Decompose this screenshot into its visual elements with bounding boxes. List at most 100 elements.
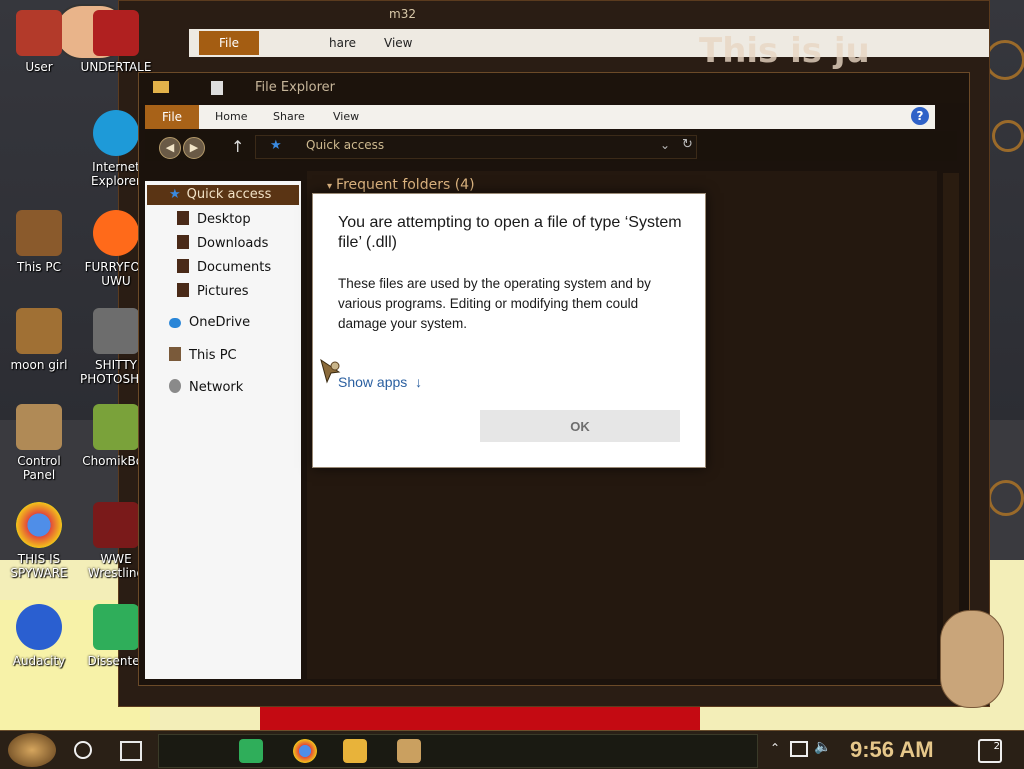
- chomikbox-icon: [93, 404, 139, 450]
- desktop-icon-label: WWE Wrestling: [87, 552, 145, 580]
- frequent-folders-header[interactable]: ▾ Frequent folders (4): [327, 177, 475, 193]
- undertale-icon: [93, 10, 139, 56]
- help-icon[interactable]: ?: [911, 107, 929, 125]
- nav-item-downloads[interactable]: Downloads: [177, 235, 268, 251]
- show-apps-link[interactable]: Show apps ↓: [338, 374, 422, 390]
- nav-item-pictures[interactable]: Pictures: [177, 283, 248, 299]
- desktop-icon-label: This PC: [17, 260, 61, 274]
- background-share-tab[interactable]: hare: [329, 31, 356, 55]
- file-tab[interactable]: File: [145, 105, 199, 129]
- computer-icon: [169, 347, 181, 361]
- wallpaper-watermark: This is ju: [699, 31, 870, 71]
- downloads-folder-icon: [177, 235, 189, 249]
- show-apps-label: Show apps: [338, 374, 408, 390]
- desktop-icon-label: Control Panel: [17, 454, 61, 482]
- network-icon: [169, 379, 181, 393]
- gear-decoration-icon: [988, 480, 1024, 516]
- desktop-icon-audacity[interactable]: Audacity: [3, 604, 75, 668]
- nav-item-label: Quick access: [186, 187, 272, 202]
- share-tab[interactable]: Share: [273, 105, 305, 129]
- desktop-icon-moon-girl[interactable]: moon girl: [3, 308, 75, 372]
- taskbar: ⌃ 🔈 9:56 AM 2: [0, 730, 1024, 769]
- up-arrow-icon[interactable]: ↑: [231, 137, 244, 156]
- search-circle-icon[interactable]: [74, 741, 92, 759]
- nav-item-desktop[interactable]: Desktop: [177, 211, 251, 227]
- chomikbox-icon[interactable]: [397, 739, 421, 763]
- desktop-icon-this-pc[interactable]: This PC: [3, 210, 75, 274]
- computer-icon: [16, 210, 62, 256]
- arrow-down-icon: ↓: [415, 374, 423, 390]
- dialog-message: These files are used by the operating sy…: [338, 276, 651, 331]
- desktop-icon-chrome[interactable]: THIS IS SPYWARE: [3, 502, 75, 580]
- background-file-tab[interactable]: File: [199, 31, 259, 55]
- home-tab[interactable]: Home: [215, 105, 247, 129]
- desktop-icon-label: moon girl: [10, 358, 68, 372]
- view-tab[interactable]: View: [333, 105, 359, 129]
- notification-center-icon[interactable]: 2: [978, 739, 1002, 763]
- star-icon: ★: [169, 187, 181, 202]
- nav-item-label: Downloads: [197, 236, 269, 251]
- audacity-icon: [16, 604, 62, 650]
- documents-folder-icon: [177, 259, 189, 273]
- control-panel-icon: [16, 404, 62, 450]
- task-view-icon[interactable]: [120, 741, 142, 761]
- chrome-icon[interactable]: [293, 739, 317, 763]
- desktop-icon-label: Audacity: [12, 654, 66, 668]
- file-explorer-icon[interactable]: [343, 739, 367, 763]
- frequent-folders-label: Frequent folders (4): [336, 177, 475, 193]
- chrome-icon: [16, 502, 62, 548]
- taskbar-pinned-apps: [158, 734, 758, 768]
- chevron-up-icon[interactable]: ⌃: [770, 741, 780, 755]
- chevron-down-icon[interactable]: ⌄: [660, 138, 670, 152]
- ribbon: File Home Share View: [145, 105, 935, 129]
- notes-app-icon[interactable]: [239, 739, 263, 763]
- folder-icon: [153, 81, 169, 93]
- refresh-icon[interactable]: ↻: [682, 137, 693, 152]
- nav-item-label: Pictures: [197, 284, 249, 299]
- nav-item-onedrive[interactable]: OneDrive: [169, 315, 250, 330]
- title-bar[interactable]: File Explorer: [139, 73, 969, 103]
- window-title: File Explorer: [255, 80, 336, 95]
- system-tray: ⌃ 🔈 9:56 AM 2: [766, 735, 1024, 765]
- dialog-title: You are attempting to open a file of typ…: [338, 214, 682, 251]
- desktop-icon-label: Internet Explorer: [91, 160, 141, 188]
- gear-decoration-icon: [992, 120, 1024, 152]
- nav-item-network[interactable]: Network: [169, 379, 243, 395]
- hamster-sticker: [940, 610, 1004, 708]
- nav-item-label: Desktop: [197, 212, 251, 227]
- start-button[interactable]: [8, 733, 56, 767]
- background-window-title: m32: [389, 7, 416, 21]
- desktop-icon-control-panel[interactable]: Control Panel: [3, 404, 75, 482]
- desktop-icon-label: User: [25, 60, 53, 74]
- gimp-icon: [93, 308, 139, 354]
- wwe-icon: [93, 502, 139, 548]
- address-input[interactable]: ★ Quick access ⌄ ↻: [255, 135, 697, 159]
- nav-item-label: This PC: [189, 348, 237, 363]
- speaker-muted-icon[interactable]: 🔈: [814, 739, 831, 755]
- desktop-icon-label: Dissenter: [87, 654, 145, 668]
- ok-button[interactable]: OK: [480, 410, 680, 442]
- nav-item-documents[interactable]: Documents: [177, 259, 271, 275]
- gear-decoration-icon: [985, 40, 1024, 80]
- forward-arrow-icon[interactable]: ▶: [183, 137, 205, 159]
- back-arrow-icon[interactable]: ◀: [159, 137, 181, 159]
- nav-item-this-pc[interactable]: This PC: [169, 347, 237, 363]
- nav-item-label: Documents: [197, 260, 272, 275]
- desktop-icon-label: THIS IS SPYWARE: [10, 552, 68, 580]
- user-icon: [16, 10, 62, 56]
- desktop-icon-undertale[interactable]: UNDERTALE: [80, 10, 152, 74]
- background-view-tab[interactable]: View: [384, 31, 412, 55]
- nav-item-label: OneDrive: [189, 315, 251, 330]
- star-icon: ★: [270, 138, 282, 153]
- address-bar-row: ◀ ▶ ↑ ★ Quick access ⌄ ↻: [145, 131, 957, 161]
- cloud-icon: [169, 318, 181, 328]
- address-text: Quick access: [306, 138, 385, 152]
- clock[interactable]: 9:56 AM: [850, 737, 934, 763]
- nav-item-quick-access[interactable]: ★ Quick access: [169, 187, 271, 202]
- network-icon[interactable]: [790, 741, 808, 757]
- navigation-pane: ★ Quick access Desktop Downloads Document…: [145, 181, 301, 679]
- chevron-down-icon: ▾: [327, 181, 333, 192]
- desktop-icon-user[interactable]: User: [3, 10, 75, 74]
- vertical-scrollbar[interactable]: [943, 173, 959, 681]
- pictures-folder-icon: [177, 283, 189, 297]
